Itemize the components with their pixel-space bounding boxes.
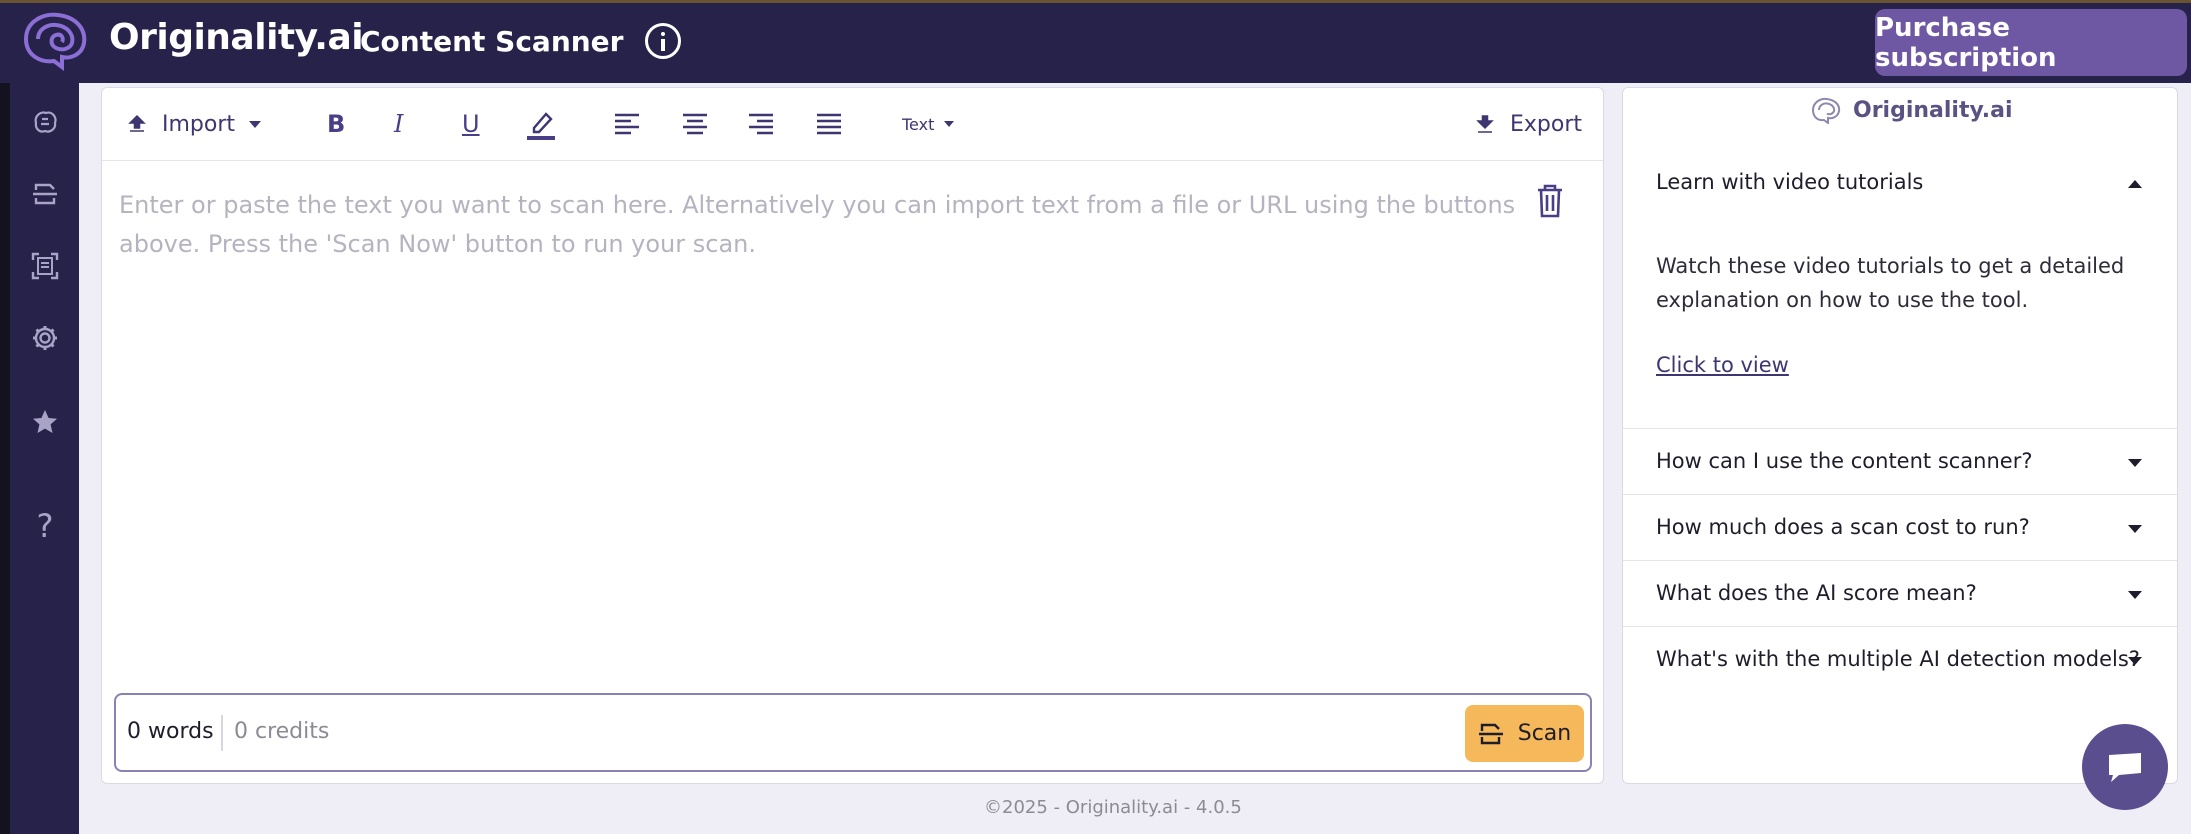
align-center-icon[interactable] [682, 106, 708, 142]
purchase-subscription-button[interactable]: Purchase subscription [1875, 9, 2187, 76]
align-justify-icon[interactable] [816, 106, 842, 142]
chevron-up-icon[interactable] [2128, 180, 2142, 188]
text-style-label: Text [902, 114, 935, 134]
click-to-view-link[interactable]: Click to view [1656, 353, 1789, 377]
credit-count: 0 credits [234, 719, 330, 744]
help-panel: Originality.ai Learn with video tutorial… [1622, 87, 2178, 784]
highlighter-icon[interactable] [526, 106, 556, 142]
download-icon [1476, 115, 1494, 133]
document-scan-icon[interactable] [26, 247, 64, 285]
scan-label: Scan [1517, 721, 1572, 746]
accordion-video-tutorials-title[interactable]: Learn with video tutorials [1656, 170, 1923, 194]
bold-icon[interactable]: B [327, 106, 345, 142]
window-edge [0, 0, 10, 834]
accordion-item[interactable]: How can I use the content scanner? [1623, 428, 2177, 494]
scan-button[interactable]: Scan [1465, 705, 1584, 762]
export-button[interactable]: Export [1474, 106, 1582, 142]
brain-icon[interactable] [26, 103, 64, 141]
accordion-item-title: What does the AI score mean? [1656, 581, 1977, 605]
accordion-video-tutorials-body: Watch these video tutorials to get a det… [1656, 254, 2125, 312]
accordion-item[interactable]: How much does a scan cost to run? [1623, 494, 2177, 560]
chevron-down-icon [2128, 525, 2142, 533]
export-label: Export [1510, 111, 1583, 137]
top-bar: Originality.ai Content Scanner Purchase … [0, 0, 2191, 83]
editor-toolbar: Import B I U Text Export [102, 88, 1603, 161]
help-panel-brand: Originality.ai [1809, 93, 2013, 127]
chat-button[interactable] [2082, 724, 2168, 810]
text-style-dropdown[interactable]: Text [902, 106, 955, 142]
page-title: Content Scanner [360, 25, 624, 58]
trash-icon[interactable] [1534, 184, 1566, 218]
editor-card: Import B I U Text Export Enter or paste [101, 87, 1604, 784]
sidebar: ? [10, 83, 79, 834]
accordion-item[interactable]: What's with the multiple AI detection mo… [1623, 626, 2177, 692]
info-icon[interactable] [645, 23, 681, 59]
chevron-down-icon [249, 120, 262, 128]
import-label: Import [162, 111, 236, 137]
help-brand-name: Originality.ai [1853, 97, 2013, 123]
chevron-down-icon [944, 121, 955, 127]
brain-logo-icon [1811, 97, 1841, 124]
scan-icon[interactable] [26, 175, 64, 213]
upload-icon [128, 114, 146, 132]
text-input[interactable]: Enter or paste the text you want to scan… [119, 186, 1519, 264]
accordion-item-title: What's with the multiple AI detection mo… [1656, 647, 2140, 671]
chevron-down-icon [2128, 459, 2142, 467]
align-left-icon[interactable] [614, 106, 640, 142]
scan-footer-bar: 0 words 0 credits Scan [114, 693, 1592, 772]
accordion-item-title: How much does a scan cost to run? [1656, 515, 2030, 539]
brand-name: Originality.ai [109, 17, 364, 58]
brain-logo-icon[interactable] [16, 9, 94, 73]
chevron-down-icon [2128, 591, 2142, 599]
scan-icon [1478, 723, 1503, 744]
gear-icon[interactable] [26, 319, 64, 357]
chat-icon [2109, 753, 2141, 782]
star-icon[interactable] [26, 403, 64, 441]
accordion-item[interactable]: What does the AI score mean? [1623, 560, 2177, 626]
accordion-item-title: How can I use the content scanner? [1656, 449, 2033, 473]
chevron-down-icon [2128, 657, 2142, 665]
underline-icon[interactable]: U [462, 106, 480, 142]
word-count: 0 words [127, 719, 214, 744]
copyright-text: ©2025 - Originality.ai - 4.0.5 [984, 797, 1242, 818]
align-right-icon[interactable] [748, 106, 774, 142]
italic-icon[interactable]: I [394, 106, 403, 142]
divider [221, 715, 223, 751]
help-icon[interactable]: ? [26, 507, 64, 545]
import-button[interactable]: Import [126, 106, 262, 142]
